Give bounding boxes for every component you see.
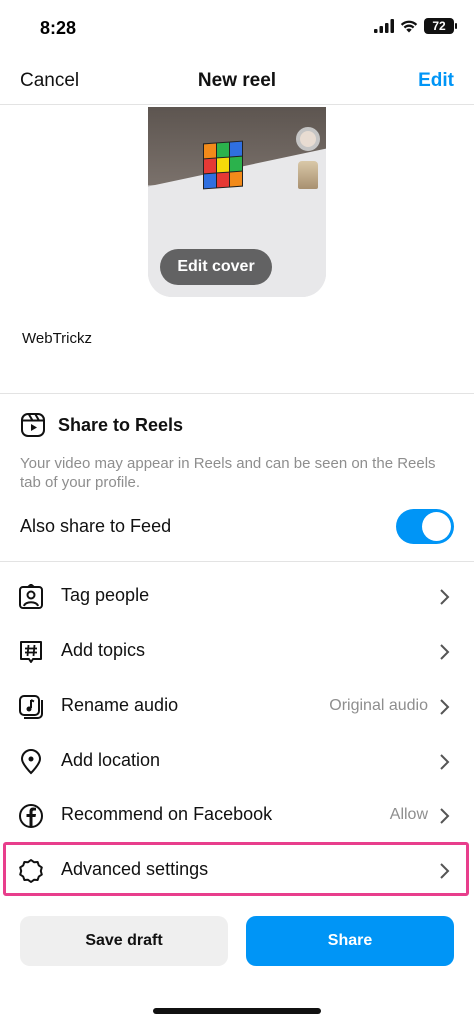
facebook-icon (18, 803, 44, 829)
section-divider (0, 561, 474, 562)
chevron-right-icon (440, 589, 450, 605)
edit-cover-button[interactable]: Edit cover (160, 249, 272, 285)
menu-label: Tag people (61, 585, 150, 605)
edit-button[interactable]: Edit (418, 70, 454, 92)
also-share-feed-toggle[interactable] (396, 509, 454, 544)
wifi-icon (400, 20, 418, 33)
status-icons: 72 (374, 18, 457, 34)
chevron-right-icon (440, 808, 450, 824)
share-to-reels-title: Share to Reels (58, 414, 184, 435)
also-share-feed-label: Also share to Feed (20, 516, 172, 536)
nav-bar: Cancel New reel Edit (0, 58, 474, 104)
menu-row-recommend-facebook[interactable]: Recommend on Facebook Allow (0, 788, 474, 842)
menu-label: Rename audio (61, 695, 179, 715)
share-button[interactable]: Share (246, 916, 454, 966)
page-title: New reel (197, 70, 277, 91)
audio-icon (18, 694, 44, 720)
menu-row-tag-people[interactable]: Tag people (0, 569, 474, 623)
location-pin-icon (18, 749, 44, 775)
hashtag-icon (18, 639, 44, 665)
share-to-reels-description: Your video may appear in Reels and can b… (20, 455, 436, 491)
menu-label: Add topics (61, 640, 146, 660)
highlight-box (3, 842, 469, 896)
section-divider (0, 393, 474, 394)
tag-people-icon (18, 584, 44, 610)
home-indicator (153, 1008, 321, 1014)
menu-row-rename-audio[interactable]: Rename audio Original audio (0, 679, 474, 733)
menu-label: Add location (61, 750, 161, 770)
trophy-image (296, 127, 320, 189)
save-draft-button[interactable]: Save draft (20, 916, 228, 966)
menu-row-add-topics[interactable]: Add topics (0, 624, 474, 678)
status-bar: 8:28 72 (0, 0, 474, 58)
menu-value: Allow (389, 806, 428, 823)
caption-text[interactable]: WebTrickz (22, 330, 92, 347)
status-time: 8:28 (40, 18, 77, 38)
rubiks-cube-image (203, 140, 243, 190)
reels-icon (21, 413, 45, 437)
toggle-knob (422, 512, 451, 541)
menu-label: Recommend on Facebook (61, 804, 273, 824)
battery-icon: 72 (424, 18, 457, 34)
menu-value: Original audio (329, 697, 428, 714)
menu-row-add-location[interactable]: Add location (0, 734, 474, 788)
chevron-right-icon (440, 699, 450, 715)
nav-divider (0, 104, 474, 105)
signal-icon (374, 19, 394, 33)
chevron-right-icon (440, 754, 450, 770)
reel-cover-preview[interactable]: Edit cover (148, 107, 326, 297)
share-to-reels-header: Share to Reels (20, 412, 183, 438)
chevron-right-icon (440, 644, 450, 660)
